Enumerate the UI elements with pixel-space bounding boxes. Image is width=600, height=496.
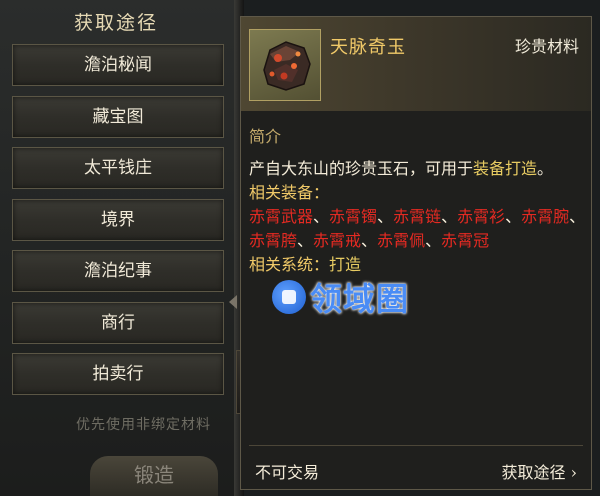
item-tooltip: 天脉奇玉 珍贵材料 简介 产自大东山的珍贵玉石，可用于装备打造。 相关装备： 赤… <box>240 16 592 490</box>
item-description: 产自大东山的珍贵玉石，可用于装备打造。 相关装备： 赤霄武器、赤霄镯、赤霄链、赤… <box>249 159 586 274</box>
acquisition-button-shop[interactable]: 商行 <box>12 301 224 344</box>
related-equipment-item: 赤霄衫 <box>457 207 506 226</box>
related-equipment-item: 赤霄胯 <box>249 231 298 250</box>
trade-status: 不可交易 <box>255 463 320 482</box>
chevron-right-icon: › <box>570 463 577 482</box>
desc-text: 产自大东山的珍贵玉石，可用于 <box>249 159 474 178</box>
item-name: 天脉奇玉 <box>330 37 406 58</box>
item-category: 珍贵材料 <box>514 37 579 56</box>
related-equipment-item: 赤霄武器 <box>249 207 314 226</box>
watermark: 领域圈 <box>272 276 409 318</box>
intro-heading: 简介 <box>249 127 282 146</box>
acquisition-button-taiping-bank[interactable]: 太平钱庄 <box>12 147 224 189</box>
related-equipment-label: 相关装备： <box>249 183 330 202</box>
related-equipment-item: 赤霄佩 <box>377 231 426 250</box>
acquisition-list: 澹泊秘闻 藏宝图 太平钱庄 境界 澹泊纪事 商行 拍卖行 <box>12 44 224 405</box>
related-equipment-item: 赤霄链 <box>393 207 442 226</box>
tooltip-header: 天脉奇玉 珍贵材料 <box>241 17 591 111</box>
watermark-logo-icon <box>272 280 306 314</box>
jade-ore-icon <box>249 29 321 101</box>
watermark-text: 领域圈 <box>310 280 410 318</box>
acquisition-button-treasure-map[interactable]: 藏宝图 <box>12 95 224 138</box>
forge-button[interactable]: 锻造 <box>90 456 218 496</box>
related-equipment-item: 赤霄冠 <box>441 231 490 250</box>
desc-highlight: 装备打造 <box>473 159 538 178</box>
acquire-link[interactable]: 获取途径 › <box>501 459 577 483</box>
acquire-link-label: 获取途径 <box>501 463 566 482</box>
desc-end: 。 <box>537 159 554 178</box>
tooltip-divider <box>249 445 583 446</box>
prefer-unbound-note: 优先使用非绑定材料 <box>76 417 211 433</box>
related-system-value: 打造 <box>329 255 362 274</box>
acquisition-title: 获取途径 <box>73 12 158 34</box>
collapse-arrow-icon[interactable] <box>229 295 237 309</box>
acquisition-button-danbo-chronicle[interactable]: 澹泊纪事 <box>12 250 224 292</box>
acquisition-button-realm[interactable]: 境界 <box>12 198 224 241</box>
related-equipment-item: 赤霄镯 <box>329 207 378 226</box>
related-system-label: 相关系统： <box>249 255 330 274</box>
acquisition-button-danbo-mimen[interactable]: 澹泊秘闻 <box>12 44 224 86</box>
related-equipment-item: 赤霄戒 <box>313 231 362 250</box>
related-equipment-item: 赤霄腕 <box>521 207 570 226</box>
acquisition-button-auction[interactable]: 拍卖行 <box>12 353 224 395</box>
